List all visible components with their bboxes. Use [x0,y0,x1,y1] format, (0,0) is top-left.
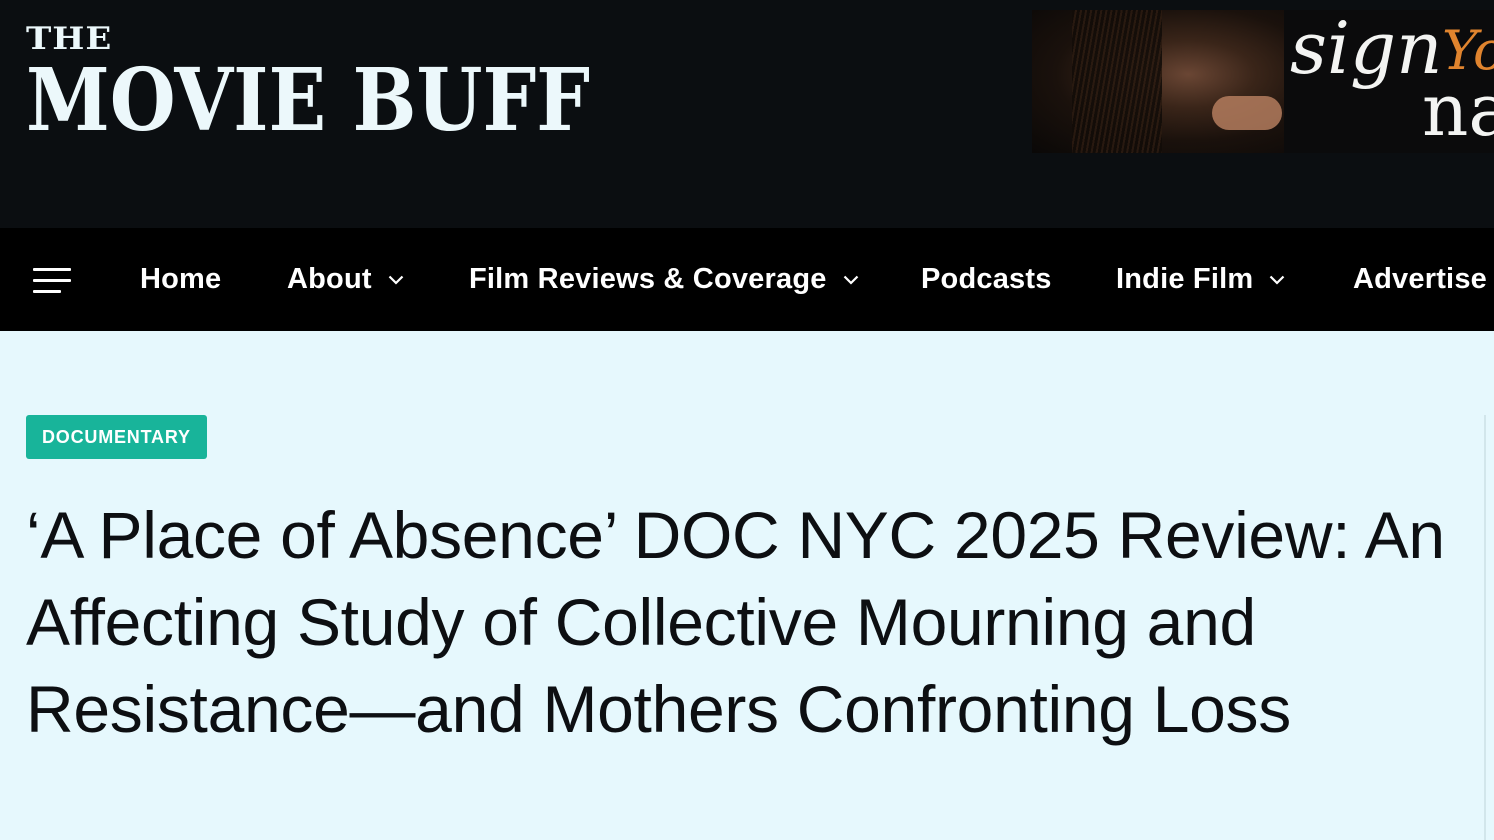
nav-item-podcasts[interactable]: Podcasts [921,228,1052,331]
ad-text-line1: sign [1290,10,1443,90]
chevron-down-icon [388,275,404,285]
main-nav: Home About Film Reviews & Coverage Podca… [0,228,1494,331]
nav-item-about[interactable]: About [287,228,404,331]
nav-item-label: About [287,263,372,295]
chevron-down-icon [1270,275,1285,285]
chevron-down-icon [843,275,858,285]
sidebar-divider [1484,415,1486,840]
nav-item-label: Home [140,263,222,295]
article-title: ‘A Place of Absence’ DOC NYC 2025 Review… [26,498,1445,746]
ad-text-line2: na [1422,68,1494,152]
hamburger-menu-icon[interactable] [33,268,71,294]
logo-main-text: MOVIE BUFF [26,50,590,151]
nav-item-indie-film[interactable]: Indie Film [1116,228,1285,331]
site-header: THE MOVIE BUFF sign Yo na [0,0,1494,228]
nav-item-label: Advertise [1353,263,1487,295]
ad-banner[interactable]: sign Yo na [1032,10,1494,153]
site-logo[interactable]: THE MOVIE BUFF [26,24,626,148]
nav-item-label: Film Reviews & Coverage [469,263,827,295]
nav-item-home[interactable]: Home [140,228,221,331]
nav-item-label: Podcasts [921,263,1052,295]
ad-photo [1032,10,1284,153]
ad-photo-hand [1212,96,1282,130]
category-badge[interactable]: DOCUMENTARY [26,415,207,459]
nav-item-film-reviews[interactable]: Film Reviews & Coverage [469,228,859,331]
ad-photo-hair [1072,10,1162,153]
nav-item-advertise[interactable]: Advertise [1353,228,1487,331]
article-header: DOCUMENTARY ‘A Place of Absence’ DOC NYC… [0,331,1494,840]
nav-item-label: Indie Film [1116,263,1254,295]
